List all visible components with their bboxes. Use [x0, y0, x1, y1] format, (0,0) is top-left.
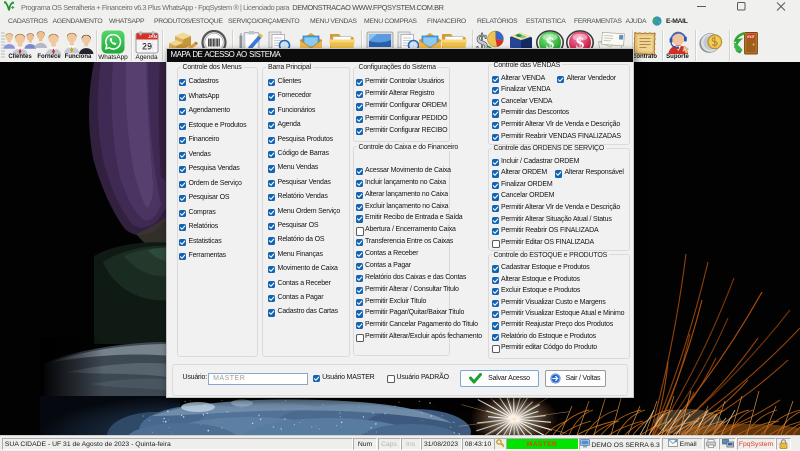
svg-text:29: 29	[141, 41, 151, 51]
svg-text:EXIT: EXIT	[747, 34, 754, 38]
